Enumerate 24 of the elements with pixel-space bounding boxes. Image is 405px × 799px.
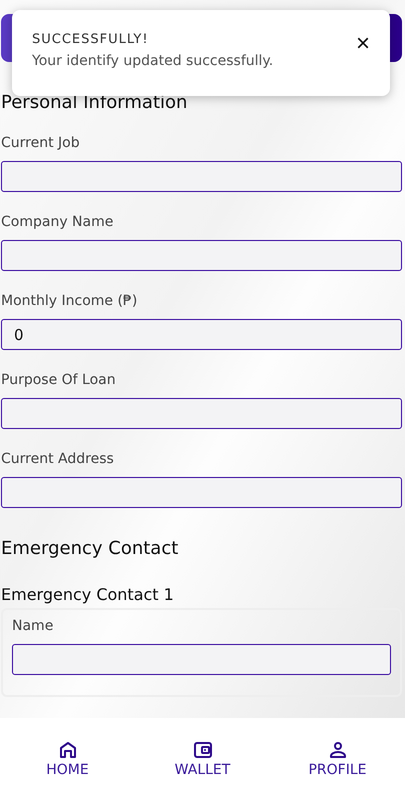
toast-title: SUCCESSFULLY! <box>32 32 150 47</box>
field-label: Current Address <box>1 451 115 467</box>
input-field[interactable] <box>12 644 391 675</box>
field-label: Company Name <box>1 214 114 230</box>
wallet-icon <box>192 740 212 760</box>
field-label: Name <box>12 618 54 634</box>
input-field[interactable] <box>1 398 402 429</box>
input-field[interactable] <box>1 161 402 192</box>
section-heading: Emergency Contact <box>1 538 180 559</box>
input-field[interactable] <box>1 477 402 508</box>
close-button[interactable]: × <box>352 32 374 56</box>
field-label: Monthly Income (₱) <box>1 293 138 309</box>
input-field[interactable] <box>1 240 402 271</box>
field-label: Current Job <box>1 135 81 151</box>
home-icon <box>58 740 78 760</box>
nav-tab[interactable]: PROFILE <box>282 738 392 778</box>
nav-tab[interactable]: HOME <box>12 738 122 778</box>
field-label: Purpose Of Loan <box>1 372 117 388</box>
nav-tab[interactable]: WALLET <box>148 738 258 778</box>
toast-message: Your identify updated successfully. <box>32 53 274 69</box>
input-field[interactable]: 0 <box>1 319 402 350</box>
person-icon <box>328 740 348 760</box>
section-heading: Personal Information <box>1 92 188 113</box>
contact-title: Emergency Contact 1 <box>1 585 175 604</box>
